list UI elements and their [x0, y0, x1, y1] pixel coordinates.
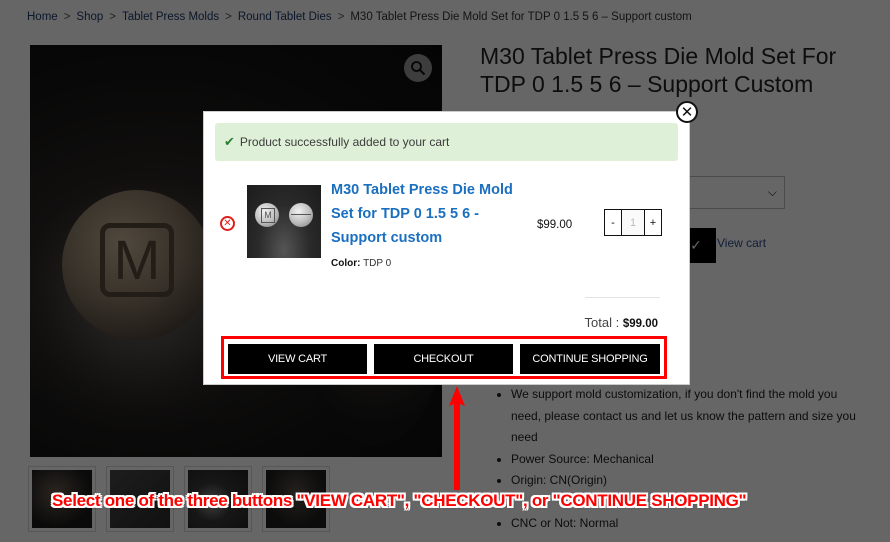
remove-item-button[interactable]: ✕	[220, 216, 235, 231]
modal-close-button[interactable]: ✕	[676, 101, 698, 123]
cart-item-thumbnail[interactable]	[247, 185, 321, 258]
check-icon: ✔	[224, 134, 235, 149]
cart-item-attribute: Color: TDP 0	[331, 258, 391, 269]
success-notice: ✔ Product successfully added to your car…	[215, 123, 678, 161]
quantity-stepper: - 1 +	[604, 209, 662, 236]
success-message: Product successfully added to your cart	[239, 135, 450, 149]
annotation-arrow-icon	[449, 386, 465, 490]
cart-item-price: $99.00	[537, 219, 573, 231]
attribute-value: TDP 0	[363, 258, 392, 269]
annotation-instruction: Select one of the three buttons "VIEW CA…	[52, 491, 747, 510]
tablet-die-image	[289, 203, 313, 227]
cart-item-name[interactable]: M30 Tablet Press Die Mold Set for TDP 0 …	[331, 178, 531, 250]
total-label: Total :	[584, 315, 620, 330]
total-divider	[585, 297, 660, 298]
quantity-increase-button[interactable]: +	[645, 210, 661, 235]
annotation-highlight-box	[221, 336, 667, 379]
quantity-decrease-button[interactable]: -	[605, 210, 621, 235]
tablet-die-image	[255, 203, 279, 227]
total-value: $99.00	[622, 318, 658, 330]
quantity-input[interactable]: 1	[621, 210, 645, 235]
close-icon: ✕	[680, 103, 694, 121]
attribute-label: Color:	[331, 258, 361, 269]
remove-icon: ✕	[223, 217, 232, 229]
cart-total: Total : $99.00	[585, 315, 659, 330]
